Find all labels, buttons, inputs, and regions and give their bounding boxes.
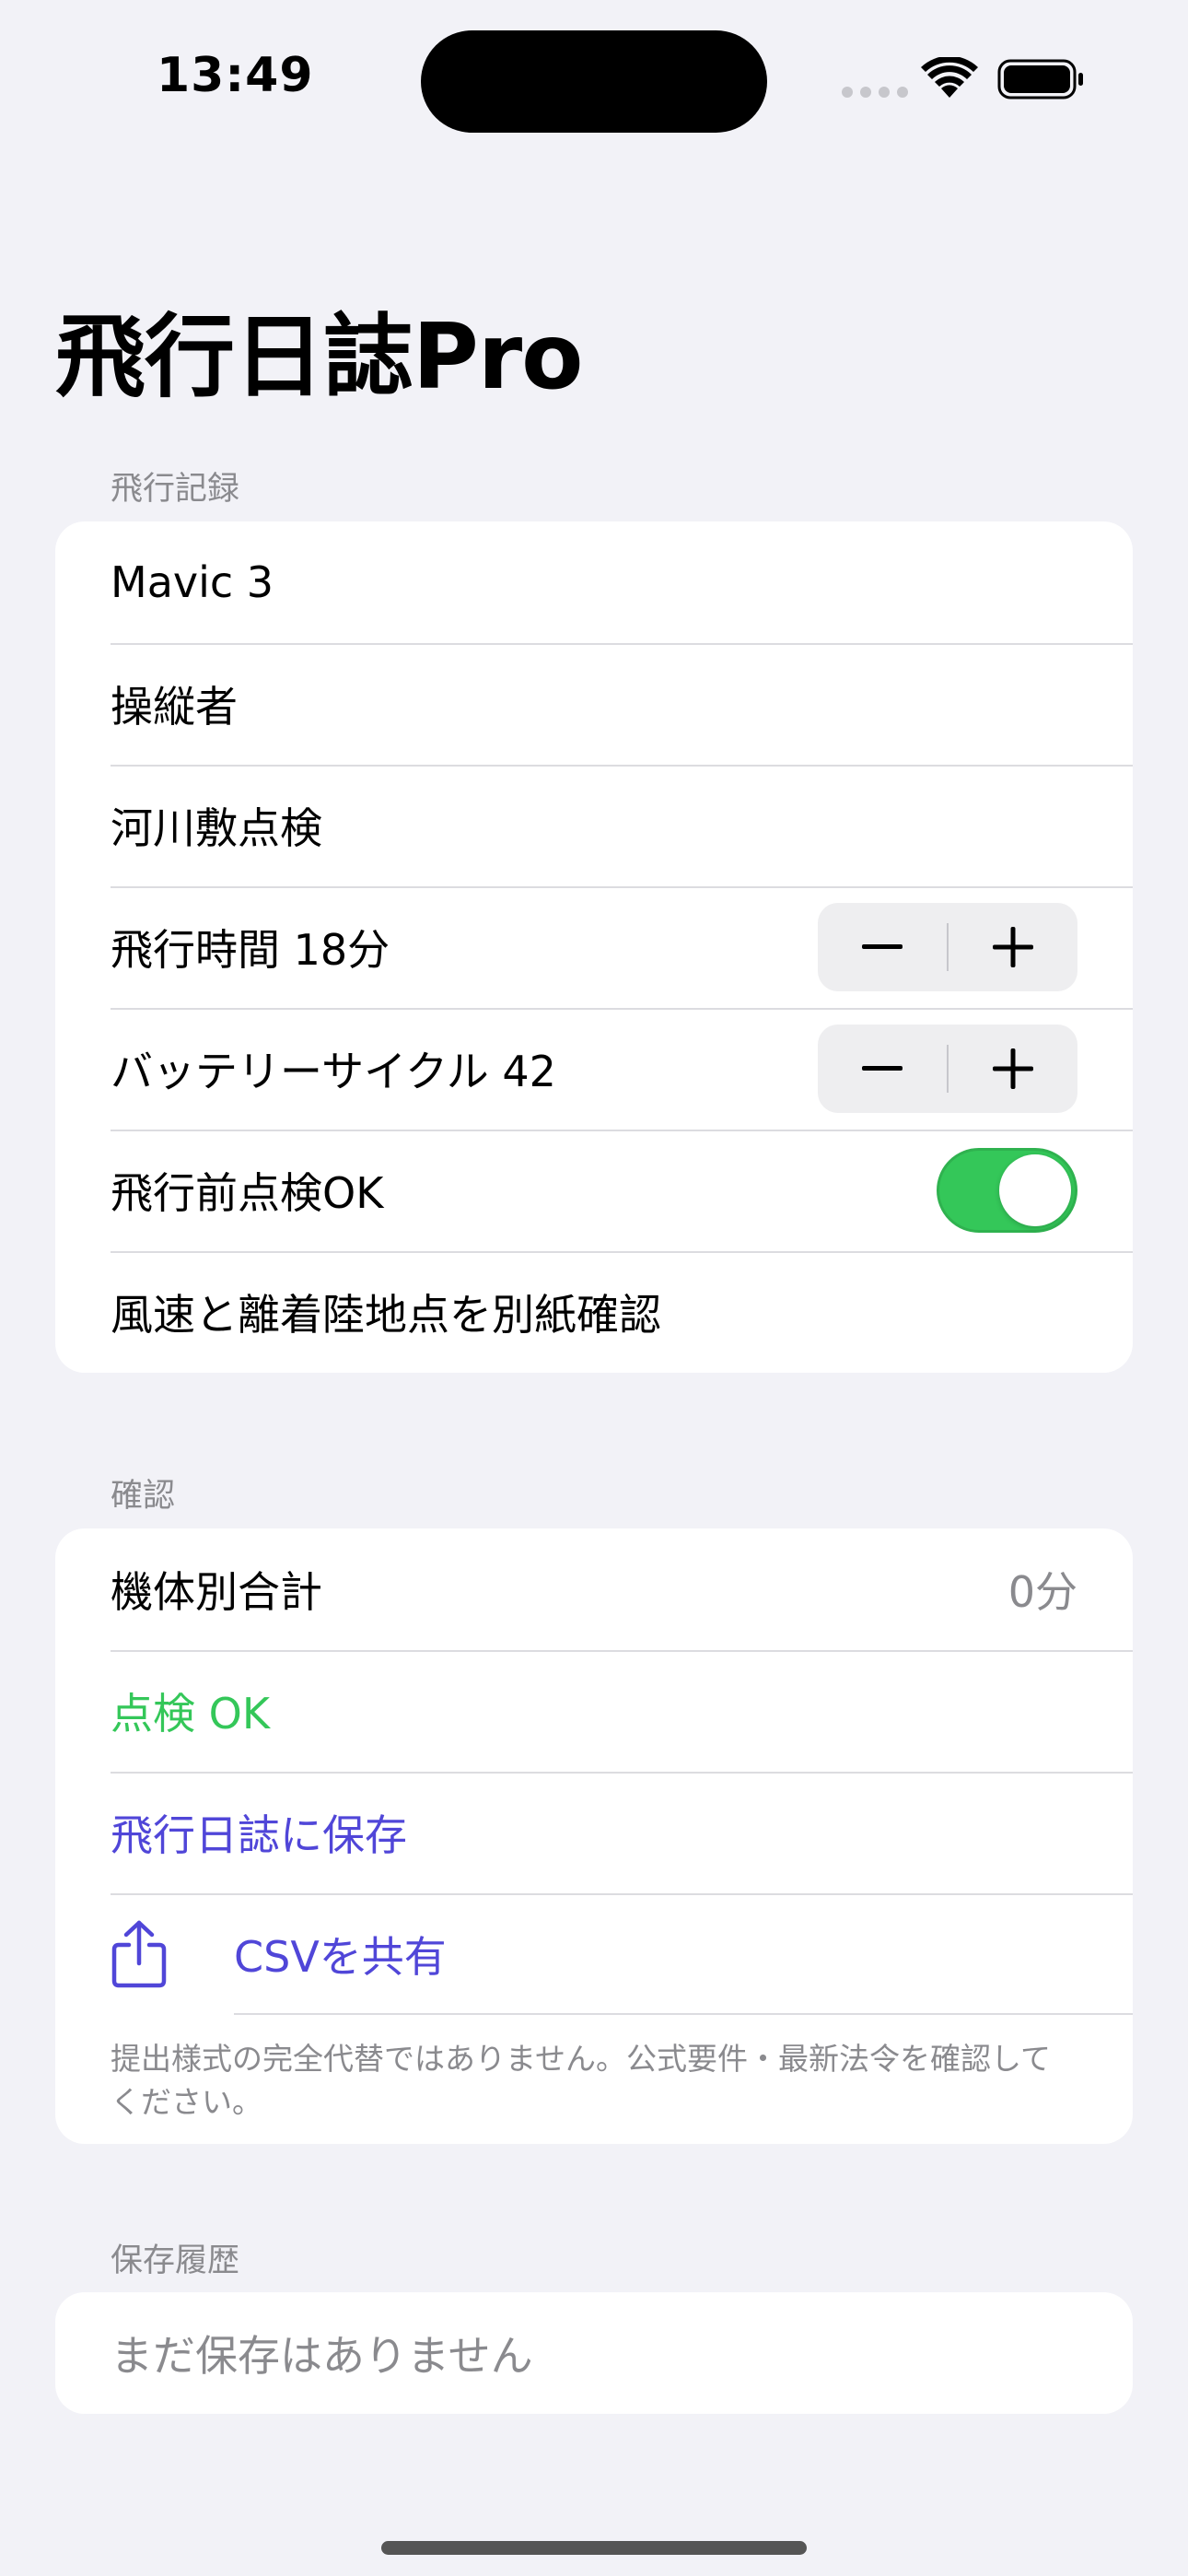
wifi-icon bbox=[921, 57, 978, 98]
preflight-check-label: 飛行前点検OK bbox=[111, 1168, 384, 1218]
flight-time-label: 飛行時間 18分 bbox=[111, 925, 390, 975]
inspection-status-row: 点検 OK bbox=[55, 1650, 1133, 1772]
save-to-log-button[interactable]: 飛行日誌に保存 bbox=[55, 1772, 1133, 1893]
battery-icon bbox=[997, 59, 1083, 100]
inspection-status: 点検 OK bbox=[111, 1689, 270, 1739]
flight-time-row: 飛行時間 18分 bbox=[55, 886, 1133, 1008]
page-title: 飛行日誌Pro bbox=[55, 305, 583, 410]
notes-field[interactable]: 風速と離着陸地点を別紙確認 bbox=[55, 1251, 1133, 1373]
aircraft-total-label: 機体別合計 bbox=[111, 1567, 322, 1617]
screen: 13:49 飛行日誌Pro 飛行記録 Mavic 3 操縦者 河川敷点検 飛行時… bbox=[0, 0, 1188, 2576]
battery-cycle-decrement-button[interactable] bbox=[818, 1025, 947, 1113]
aircraft-total-value: 0分 bbox=[1007, 1567, 1077, 1617]
history-header: 保存履歴 bbox=[111, 2242, 240, 2279]
history-card: まだ保存はありません bbox=[55, 2292, 1133, 2414]
flight-record-card: Mavic 3 操縦者 河川敷点検 飛行時間 18分 バッテリーサイクル 42 bbox=[55, 521, 1133, 1373]
cellular-signal-icon bbox=[842, 87, 908, 98]
confirm-header: 確認 bbox=[111, 1478, 176, 1515]
flight-time-decrement-button[interactable] bbox=[818, 903, 947, 991]
home-indicator[interactable] bbox=[381, 2541, 807, 2555]
aircraft-value: Mavic 3 bbox=[111, 557, 274, 607]
status-time: 13:49 bbox=[157, 48, 314, 103]
share-csv-button[interactable]: CSVを共有 bbox=[55, 1893, 1133, 2015]
disclaimer-footnote: 提出様式の完全代替ではありません。公式要件・最新法令を確認してください。 bbox=[111, 2041, 1052, 2120]
aircraft-field[interactable]: Mavic 3 bbox=[55, 521, 1133, 643]
aircraft-total-row: 機体別合計 0分 bbox=[55, 1528, 1133, 1650]
pilot-field[interactable]: 操縦者 bbox=[55, 643, 1133, 765]
toggle-knob bbox=[999, 1154, 1071, 1226]
dynamic-island bbox=[421, 30, 767, 133]
notes-value: 風速と離着陸地点を別紙確認 bbox=[111, 1290, 661, 1340]
flight-time-increment-button[interactable] bbox=[949, 903, 1077, 991]
share-icon bbox=[111, 1919, 184, 1989]
preflight-check-toggle[interactable] bbox=[937, 1148, 1077, 1233]
location-field[interactable]: 河川敷点検 bbox=[55, 765, 1133, 886]
minus-icon bbox=[862, 1066, 903, 1071]
history-empty-text: まだ保存はありません bbox=[111, 2331, 533, 2381]
battery-cycle-increment-button[interactable] bbox=[949, 1025, 1077, 1113]
flight-record-header: 飛行記録 bbox=[111, 471, 240, 508]
share-csv-label: CSVを共有 bbox=[234, 1932, 447, 1982]
plus-icon bbox=[993, 1048, 1033, 1089]
plus-icon bbox=[993, 927, 1033, 967]
battery-cycle-stepper bbox=[818, 1025, 1077, 1113]
battery-cycle-row: バッテリーサイクル 42 bbox=[55, 1008, 1133, 1130]
minus-icon bbox=[862, 944, 903, 949]
pilot-value: 操縦者 bbox=[111, 682, 238, 732]
battery-cycle-label: バッテリーサイクル 42 bbox=[111, 1047, 556, 1096]
save-to-log-label: 飛行日誌に保存 bbox=[111, 1810, 407, 1860]
confirm-card: 機体別合計 0分 点検 OK 飛行日誌に保存 CSVを共有 提出様式の完全代替で… bbox=[55, 1528, 1133, 2144]
preflight-check-row: 飛行前点検OK bbox=[55, 1130, 1133, 1251]
flight-time-stepper bbox=[818, 903, 1077, 991]
location-value: 河川敷点検 bbox=[111, 803, 322, 853]
